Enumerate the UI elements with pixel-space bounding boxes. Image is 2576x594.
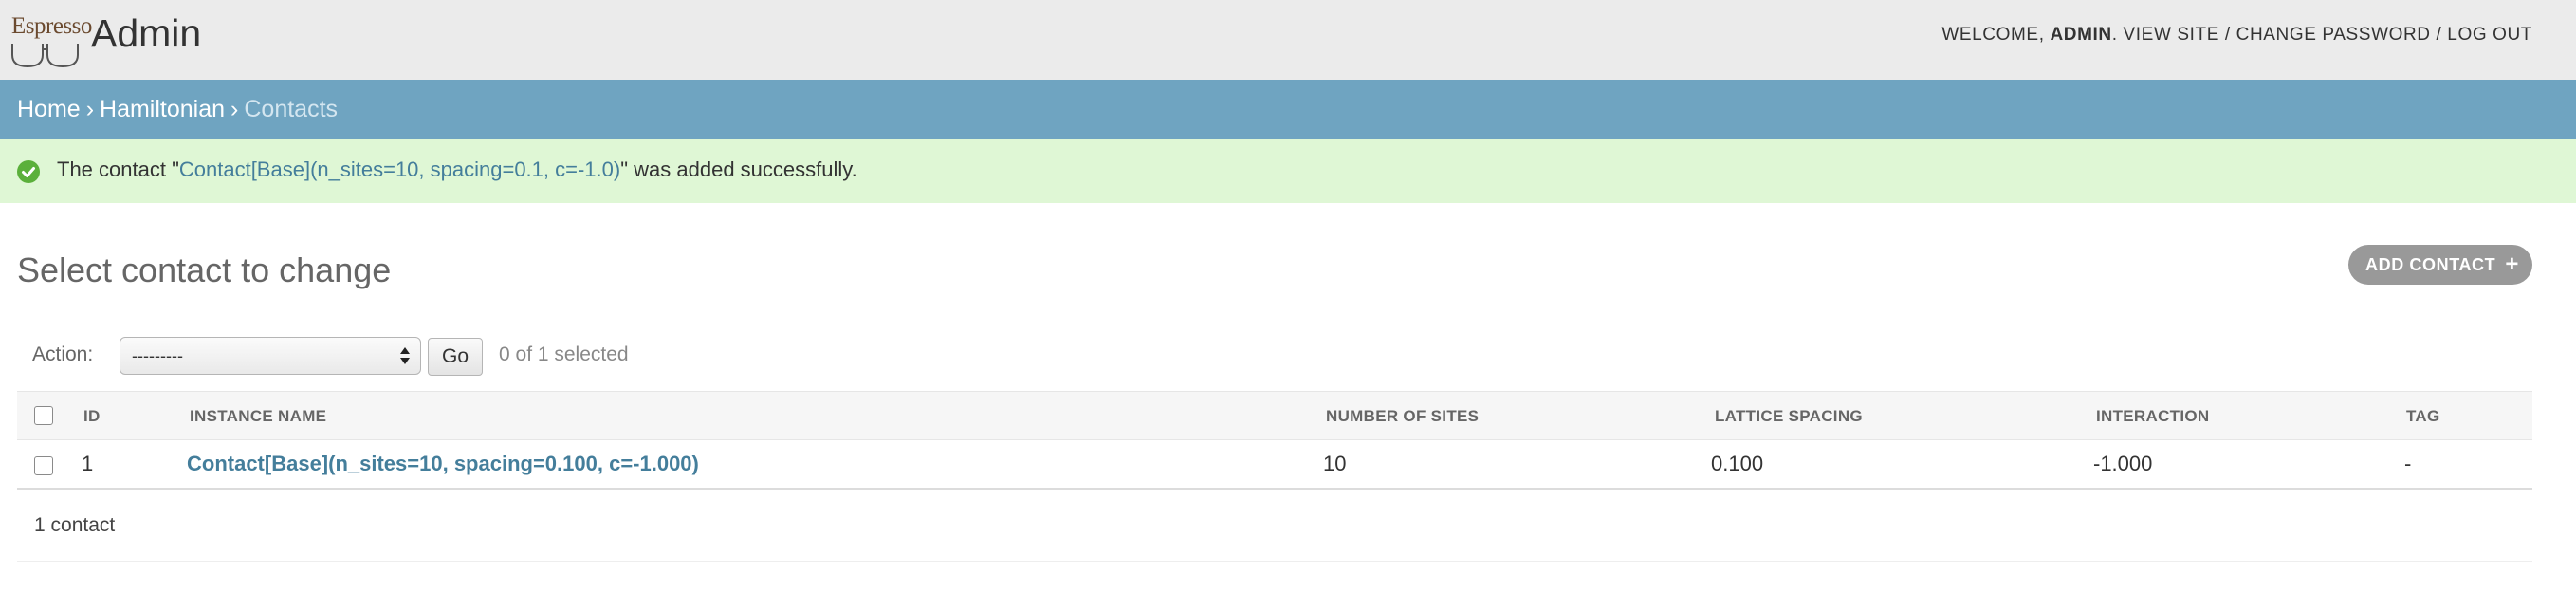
- column-header-instance-name[interactable]: INSTANCE NAME: [190, 407, 326, 426]
- cell-interaction: -1.000: [2093, 452, 2153, 475]
- table-row: 1 Contact[Base](n_sites=10, spacing=0.10…: [17, 440, 2532, 490]
- go-button[interactable]: Go: [428, 338, 483, 376]
- site-logo[interactable]: Espresso: [11, 13, 92, 68]
- success-message: The contact "Contact[Base](n_sites=10, s…: [0, 139, 2576, 203]
- plus-icon: +: [2505, 251, 2519, 277]
- add-contact-button[interactable]: ADD CONTACT +: [2348, 245, 2532, 285]
- page-title: Select contact to change: [17, 251, 392, 289]
- log-out-link[interactable]: LOG OUT: [2447, 25, 2532, 45]
- result-count: 1 contact: [34, 514, 116, 536]
- action-selected-option: ---------: [132, 346, 183, 365]
- action-label: Action:: [32, 343, 94, 365]
- column-header-id[interactable]: ID: [83, 407, 101, 426]
- tools-separator: /: [2218, 25, 2236, 45]
- logo-text: Espresso: [11, 13, 92, 39]
- message-object-link[interactable]: Contact[Base](n_sites=10, spacing=0.1, c…: [179, 158, 620, 181]
- cell-number-of-sites: 10: [1323, 452, 1347, 475]
- column-header-lattice-spacing[interactable]: LATTICE SPACING: [1715, 407, 1863, 426]
- action-select[interactable]: ---------: [120, 337, 421, 375]
- message-text: The contact "Contact[Base](n_sites=10, s…: [57, 158, 857, 182]
- table-header: ID INSTANCE NAME NUMBER OF SITES LATTICE…: [17, 391, 2532, 440]
- column-header-tag[interactable]: TAG: [2406, 407, 2440, 426]
- cell-lattice-spacing: 0.100: [1711, 452, 1764, 475]
- check-circle-icon: [17, 160, 40, 183]
- breadcrumb: Home › Hamiltonian › Contacts: [0, 80, 2576, 139]
- user-tools: WELCOME, ADMIN. VIEW SITE / CHANGE PASSW…: [1941, 25, 2532, 46]
- cell-instance-name-link[interactable]: Contact[Base](n_sites=10, spacing=0.100,…: [187, 452, 699, 476]
- cell-id: 1: [82, 452, 94, 475]
- breadcrumb-current: Contacts: [244, 96, 339, 122]
- breadcrumb-separator: ›: [85, 96, 95, 122]
- select-arrows-icon: [400, 347, 410, 364]
- add-contact-label: ADD CONTACT: [2365, 255, 2496, 274]
- header: Espresso Admin WELCOME, ADMIN. VIEW SITE…: [0, 0, 2576, 80]
- cell-tag: -: [2404, 452, 2412, 475]
- selection-counter: 0 of 1 selected: [499, 343, 629, 365]
- column-header-interaction[interactable]: INTERACTION: [2096, 407, 2209, 426]
- row-select-checkbox[interactable]: [34, 456, 53, 475]
- breadcrumb-home[interactable]: Home: [17, 96, 81, 122]
- select-all-checkbox[interactable]: [34, 406, 53, 425]
- tools-separator: /: [2430, 25, 2448, 45]
- column-header-number-of-sites[interactable]: NUMBER OF SITES: [1326, 407, 1479, 426]
- site-name[interactable]: Admin: [91, 11, 201, 56]
- message-suffix: " was added successfully.: [620, 158, 857, 181]
- breadcrumb-separator: ›: [230, 96, 239, 122]
- username: ADMIN: [2050, 25, 2112, 45]
- breadcrumb-hamiltonian[interactable]: Hamiltonian: [100, 96, 225, 122]
- welcome-text: WELCOME,: [1941, 25, 2051, 45]
- view-site-link[interactable]: VIEW SITE: [2124, 25, 2219, 45]
- message-prefix: The contact ": [57, 158, 179, 181]
- change-password-link[interactable]: CHANGE PASSWORD: [2236, 25, 2431, 45]
- paginator: 1 contact: [17, 492, 2532, 562]
- logo-cups-icon: [11, 44, 79, 68]
- welcome-after: .: [2111, 25, 2124, 45]
